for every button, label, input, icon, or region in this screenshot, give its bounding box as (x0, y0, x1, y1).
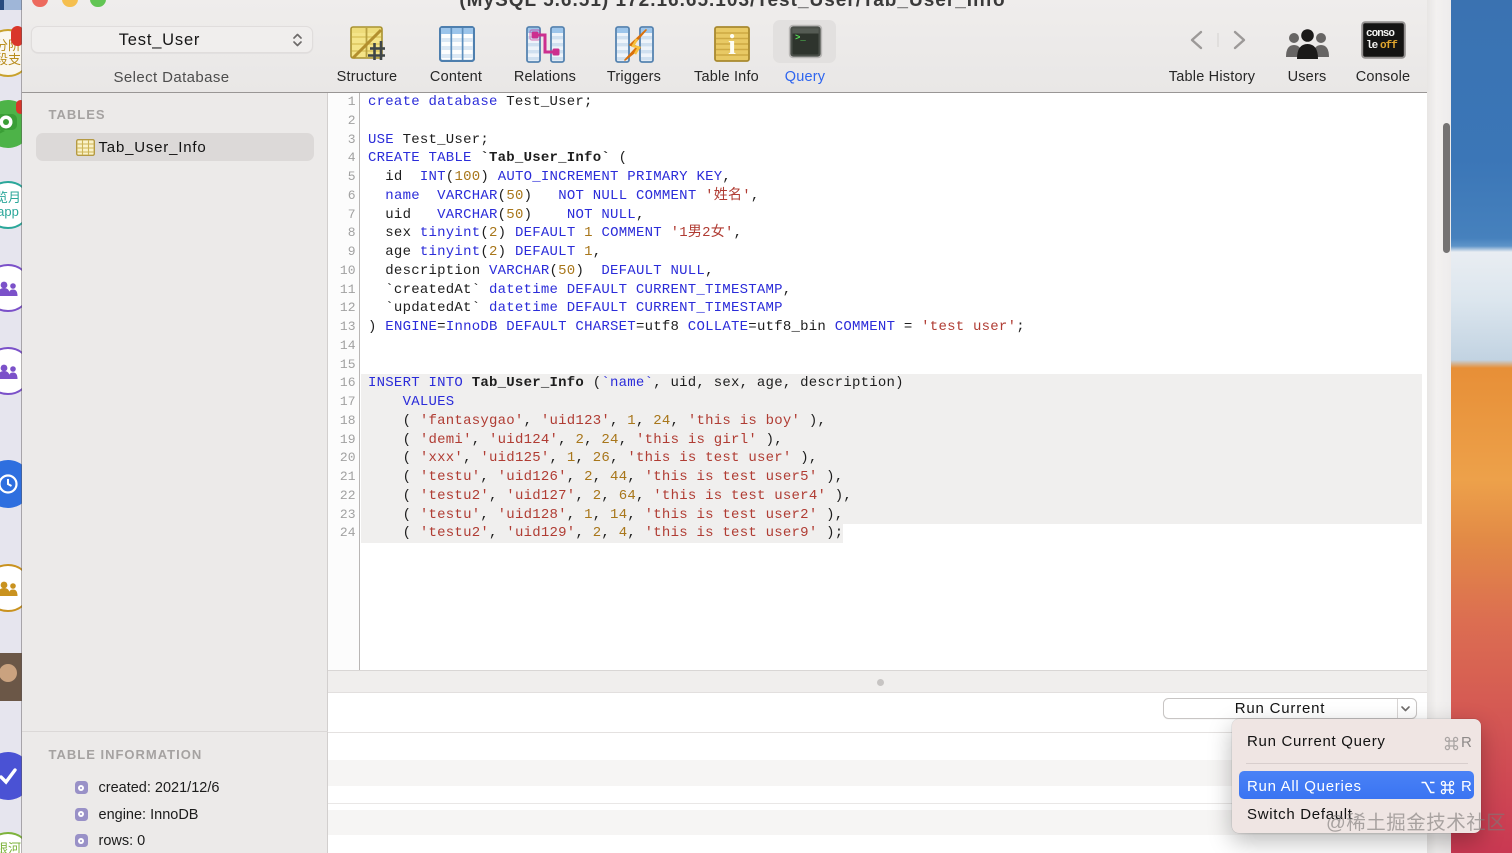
svg-text:le: le (1366, 40, 1379, 52)
svg-text:off: off (1380, 40, 1398, 52)
svg-text:i: i (728, 30, 736, 61)
svg-text:conso: conso (1366, 28, 1395, 40)
svg-text:>_: >_ (795, 33, 806, 43)
